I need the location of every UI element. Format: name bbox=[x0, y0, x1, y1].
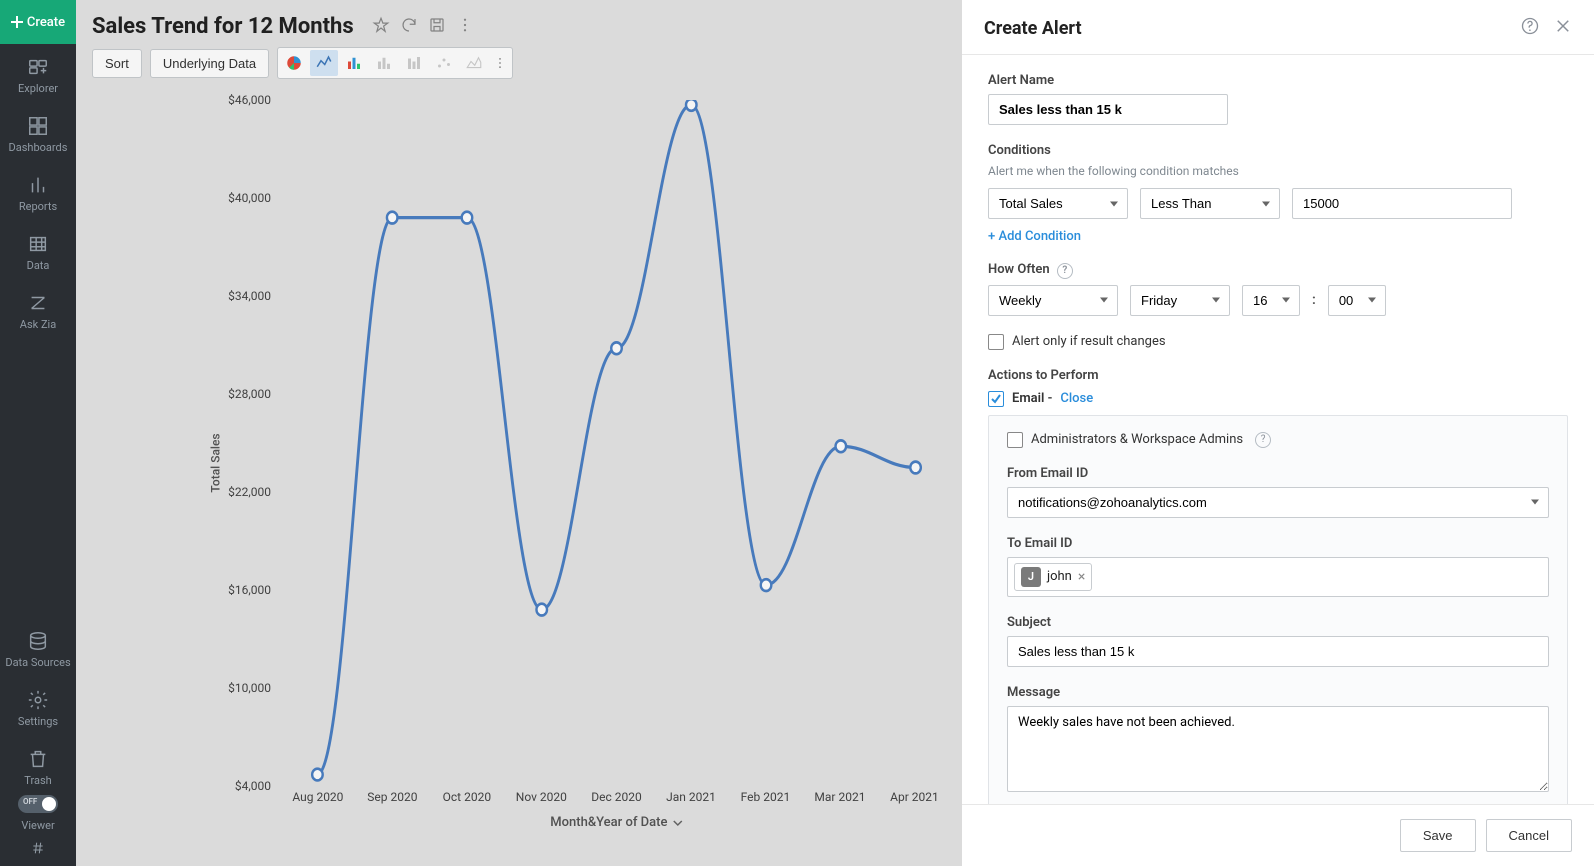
y-axis-ticks: $46,000 $40,000 $34,000 $28,000 $22,000 … bbox=[211, 100, 271, 786]
frequency-select[interactable]: Weekly bbox=[988, 285, 1118, 316]
sidebar-item-label: Data Sources bbox=[0, 656, 76, 669]
sidebar-item-label: Ask Zia bbox=[0, 318, 76, 331]
subject-input[interactable] bbox=[1007, 636, 1549, 667]
message-label: Message bbox=[1007, 685, 1549, 700]
zia-icon bbox=[27, 292, 49, 314]
data-icon bbox=[27, 233, 49, 255]
explorer-icon bbox=[27, 56, 49, 78]
alert-name-label: Alert Name bbox=[988, 73, 1568, 88]
viewer-toggle[interactable] bbox=[18, 795, 58, 813]
how-often-label: How Often ? bbox=[988, 262, 1568, 279]
sidebar-item-reports[interactable]: Reports bbox=[0, 162, 76, 221]
condition-value-input[interactable] bbox=[1292, 188, 1512, 219]
sidebar-item-data[interactable]: Data bbox=[0, 221, 76, 280]
underlying-data-button[interactable]: Underlying Data bbox=[150, 49, 269, 78]
condition-operator-select[interactable]: Less Than bbox=[1140, 188, 1280, 219]
admins-checkbox[interactable] bbox=[1007, 432, 1023, 448]
admins-label: Administrators & Workspace Admins bbox=[1031, 432, 1243, 447]
chip-remove-icon[interactable]: × bbox=[1078, 569, 1085, 585]
hour-select[interactable]: 16 bbox=[1242, 285, 1300, 316]
panel-title: Create Alert bbox=[984, 18, 1082, 39]
hash-icon[interactable] bbox=[0, 840, 76, 866]
more-icon[interactable] bbox=[456, 16, 474, 38]
condition-field-select[interactable]: Total Sales bbox=[988, 188, 1128, 219]
sidebar-item-datasources[interactable]: Data Sources bbox=[0, 618, 76, 677]
only-if-changes-label: Alert only if result changes bbox=[1012, 334, 1166, 349]
bar-chart-3-icon bbox=[400, 50, 428, 76]
conditions-label: Conditions bbox=[988, 143, 1568, 158]
reports-icon bbox=[27, 174, 49, 196]
line-chart-icon[interactable] bbox=[310, 50, 338, 76]
chart-type-group bbox=[277, 47, 513, 79]
chart-canvas: Sales Trend for 12 Months Sort Underlyin… bbox=[76, 0, 962, 866]
sidebar-item-settings[interactable]: Settings bbox=[0, 677, 76, 736]
chart-plot[interactable] bbox=[281, 100, 952, 786]
cancel-button[interactable]: Cancel bbox=[1486, 819, 1572, 852]
save-button[interactable]: Save bbox=[1400, 819, 1476, 852]
to-email-input[interactable]: J john × bbox=[1007, 557, 1549, 597]
email-checkbox[interactable] bbox=[988, 391, 1004, 407]
help-icon[interactable]: ? bbox=[1255, 432, 1271, 448]
favorite-icon[interactable] bbox=[372, 16, 390, 38]
trash-icon bbox=[27, 748, 49, 770]
to-email-label: To Email ID bbox=[1007, 536, 1549, 551]
dashboards-icon bbox=[27, 115, 49, 137]
actions-label: Actions to Perform bbox=[988, 368, 1568, 383]
sidebar-item-dashboards[interactable]: Dashboards bbox=[0, 103, 76, 162]
x-axis-label[interactable]: Month&Year of Date bbox=[550, 815, 682, 830]
sidebar-item-label: Data bbox=[0, 259, 76, 272]
email-close-link[interactable]: Close bbox=[1060, 391, 1093, 406]
add-condition-button[interactable]: + Add Condition bbox=[988, 229, 1081, 244]
x-axis-ticks: Aug 2020 Sep 2020 Oct 2020 Nov 2020 Dec … bbox=[281, 786, 952, 826]
sources-icon bbox=[27, 630, 49, 652]
message-textarea[interactable]: Weekly sales have not been achieved. bbox=[1007, 706, 1549, 792]
scatter-chart-icon bbox=[430, 50, 458, 76]
create-label: Create bbox=[27, 15, 65, 30]
sidebar-item-explorer[interactable]: Explorer bbox=[0, 44, 76, 103]
create-alert-panel: Create Alert Alert Name Conditions Alert… bbox=[962, 0, 1594, 866]
refresh-icon[interactable] bbox=[400, 16, 418, 38]
bar-chart-icon[interactable] bbox=[340, 50, 368, 76]
help-icon[interactable] bbox=[1520, 16, 1540, 40]
sidebar-item-trash[interactable]: Trash bbox=[0, 736, 76, 795]
sort-button[interactable]: Sort bbox=[92, 49, 142, 78]
gear-icon bbox=[27, 689, 49, 711]
viewer-label: Viewer bbox=[0, 819, 76, 840]
close-icon[interactable] bbox=[1554, 17, 1572, 39]
sidebar-item-label: Dashboards bbox=[0, 141, 76, 154]
subject-label: Subject bbox=[1007, 615, 1549, 630]
avatar: J bbox=[1021, 567, 1041, 587]
sidebar-item-askzia[interactable]: Ask Zia bbox=[0, 280, 76, 339]
help-icon[interactable]: ? bbox=[1057, 263, 1073, 279]
to-email-chip: J john × bbox=[1014, 563, 1092, 591]
pie-chart-icon[interactable] bbox=[280, 50, 308, 76]
conditions-sublabel: Alert me when the following condition ma… bbox=[988, 164, 1568, 178]
sidebar-item-label: Trash bbox=[0, 774, 76, 787]
area-chart-icon bbox=[460, 50, 488, 76]
page-title: Sales Trend for 12 Months bbox=[92, 14, 354, 39]
sidebar: Create Explorer Dashboards Reports Data … bbox=[0, 0, 76, 866]
minute-select[interactable]: 00 bbox=[1328, 285, 1386, 316]
day-select[interactable]: Friday bbox=[1130, 285, 1230, 316]
to-chip-name: john bbox=[1047, 569, 1072, 584]
alert-name-input[interactable] bbox=[988, 94, 1228, 125]
plus-icon bbox=[11, 16, 23, 28]
from-email-select[interactable]: notifications@zohoanalytics.com bbox=[1007, 487, 1549, 518]
chart-more-icon[interactable] bbox=[490, 54, 510, 72]
bar-chart-2-icon bbox=[370, 50, 398, 76]
from-email-label: From Email ID bbox=[1007, 466, 1549, 481]
sidebar-item-label: Reports bbox=[0, 200, 76, 213]
time-colon: : bbox=[1312, 292, 1316, 308]
create-button[interactable]: Create bbox=[0, 0, 76, 44]
sidebar-item-label: Explorer bbox=[0, 82, 76, 95]
email-label: Email - bbox=[1012, 391, 1052, 406]
only-if-changes-checkbox[interactable] bbox=[988, 334, 1004, 350]
save-view-icon[interactable] bbox=[428, 16, 446, 38]
sidebar-item-label: Settings bbox=[0, 715, 76, 728]
